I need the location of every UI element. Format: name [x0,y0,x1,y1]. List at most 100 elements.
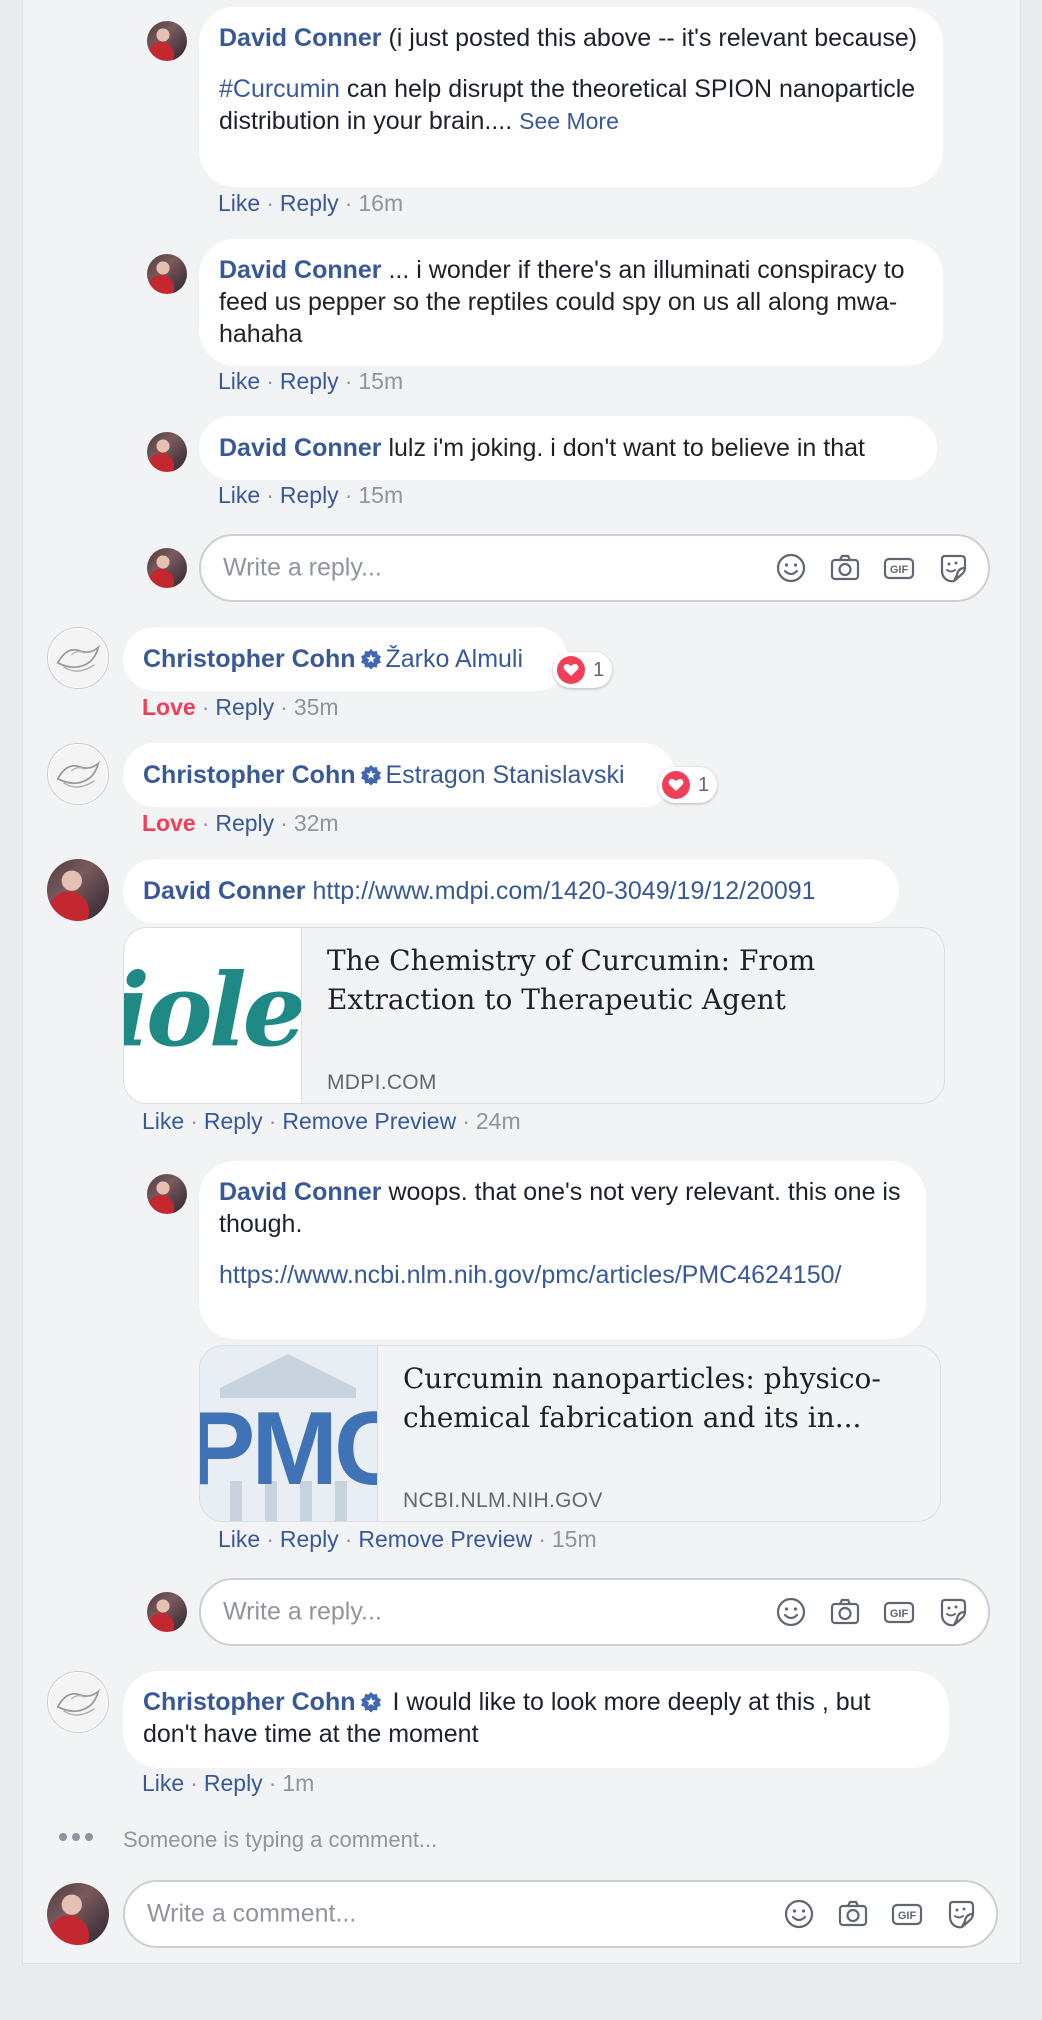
timestamp[interactable]: 35m [294,694,339,720]
comment-author[interactable]: Christopher Cohn [143,1688,356,1716]
timestamp[interactable]: 1m [282,1770,314,1796]
comment-author[interactable]: David Conner [219,1178,382,1206]
comment-bubble: David Conner ... i wonder if there's an … [199,239,943,366]
reaction-count[interactable]: 1 [553,652,613,688]
reaction-count-text: 1 [593,658,605,681]
gif-icon[interactable]: GIF [890,1897,924,1931]
link-preview-title: The Chemistry of Curcumin: From Extracti… [327,944,816,1016]
reply-button[interactable]: Reply [280,482,339,508]
comment-bubble: Christopher Cohn Žarko Almuli [123,627,568,691]
timestamp[interactable]: 24m [476,1108,521,1134]
see-more-link[interactable]: See More [519,108,619,134]
link-preview[interactable]: PMC Curcumin nanoparticles: physico-chem… [199,1345,941,1522]
preview-image-logo-text: PMC [200,1391,377,1507]
verified-badge-icon [360,1692,381,1713]
mention-link[interactable]: Žarko Almuli [386,645,524,673]
sticker-icon[interactable] [936,551,970,585]
reply-button[interactable]: Reply [280,368,339,394]
timestamp[interactable]: 16m [358,190,403,216]
remove-preview-button[interactable]: Remove Preview [282,1108,456,1134]
comment-url-link[interactable]: http://www.mdpi.com/1420-3049/19/12/2009… [312,877,815,905]
love-button[interactable]: Love [142,810,196,836]
avatar[interactable] [47,627,109,689]
timestamp[interactable]: 15m [552,1526,597,1552]
comment-bubble: David Conner woops. that one's not very … [199,1161,926,1339]
comment-author[interactable]: David Conner [219,434,382,462]
avatar[interactable] [47,859,109,921]
love-button[interactable]: Love [142,694,196,720]
remove-preview-button[interactable]: Remove Preview [358,1526,532,1552]
emoji-icon[interactable] [774,1595,808,1629]
reply-button[interactable]: Reply [215,810,274,836]
timestamp[interactable]: 15m [358,368,403,394]
avatar[interactable] [147,21,187,61]
reply-button[interactable]: Reply [204,1770,263,1796]
typing-indicator: Someone is typing a comment... [123,1827,438,1852]
reply-tools: GIF [774,1595,970,1629]
reply-input[interactable]: Write a reply... GIF [199,1578,990,1646]
reaction-count[interactable]: 1 [658,767,718,803]
comment-actions: Like · Reply · Remove Preview · 24m [142,1108,521,1134]
avatar[interactable] [47,1671,109,1733]
link-preview-title: Curcumin nanoparticles: physico-chemical… [403,1362,881,1434]
preview-image-logo-text: iole [124,951,302,1069]
comment-author[interactable]: David Conner [219,24,382,52]
timestamp[interactable]: 15m [358,482,403,508]
comment-text: (i just posted this above -- it's releva… [381,24,918,52]
reply-placeholder: Write a reply... [223,553,382,582]
sketch-avatar-icon [48,628,108,688]
reply-button[interactable]: Reply [280,190,339,216]
like-button[interactable]: Like [218,482,260,508]
love-reaction-icon [662,771,690,799]
link-preview-image: PMC [200,1346,378,1521]
comment-actions: Like · Reply · 16m [218,190,404,216]
mention-link[interactable]: Estragon Stanislavski [386,761,625,789]
like-button[interactable]: Like [218,1526,260,1552]
hashtag-link[interactable]: #Curcumin [219,75,340,103]
link-preview-domain: NCBI.NLM.NIH.GOV [403,1489,603,1512]
avatar[interactable] [147,254,187,294]
camera-icon[interactable] [828,551,862,585]
avatar[interactable] [147,432,187,472]
reply-tools: GIF [774,551,970,585]
emoji-icon[interactable] [774,551,808,585]
like-button[interactable]: Like [218,190,260,216]
comment-actions: Like · Reply · 15m [218,482,404,508]
emoji-icon[interactable] [782,1897,816,1931]
comment-author[interactable]: David Conner [219,256,382,284]
svg-text:GIF: GIF [890,564,909,576]
gif-icon[interactable]: GIF [882,1595,916,1629]
camera-icon[interactable] [836,1897,870,1931]
comment-bubble: David Conner lulz i'm joking. i don't wa… [199,416,937,480]
timestamp[interactable]: 32m [294,810,339,836]
reply-button[interactable]: Reply [215,694,274,720]
sticker-icon[interactable] [944,1897,978,1931]
svg-text:GIF: GIF [890,1608,909,1620]
comment-author[interactable]: Christopher Cohn [143,645,356,673]
avatar [147,1592,187,1632]
comment-bubble: Christopher Cohn I would like to look mo… [123,1671,949,1768]
avatar[interactable] [47,743,109,805]
link-preview-domain: MDPI.COM [327,1071,437,1094]
comment-actions: Like · Reply · 1m [142,1770,315,1796]
like-button[interactable]: Like [142,1108,184,1134]
comment-url-link[interactable]: https://www.ncbi.nlm.nih.gov/pmc/article… [219,1261,842,1289]
avatar[interactable] [147,1174,187,1214]
comment-author[interactable]: David Conner [143,877,306,905]
reply-input[interactable]: Write a reply... GIF [199,534,990,602]
sketch-avatar-icon [48,744,108,804]
camera-icon[interactable] [828,1595,862,1629]
comment-author[interactable]: Christopher Cohn [143,761,356,789]
sticker-icon[interactable] [936,1595,970,1629]
like-button[interactable]: Like [218,368,260,394]
comment-actions: Like · Reply · Remove Preview · 15m [218,1526,597,1552]
avatar [147,548,187,588]
gif-icon[interactable]: GIF [882,551,916,585]
like-button[interactable]: Like [142,1770,184,1796]
comment-actions: Love · Reply · 32m [142,810,339,836]
reply-button[interactable]: Reply [280,1526,339,1552]
comment-input[interactable]: Write a comment... GIF [123,1880,998,1948]
comment-actions: Like · Reply · 15m [218,368,404,394]
link-preview[interactable]: iole The Chemistry of Curcumin: From Ext… [123,927,945,1104]
reply-button[interactable]: Reply [204,1108,263,1134]
